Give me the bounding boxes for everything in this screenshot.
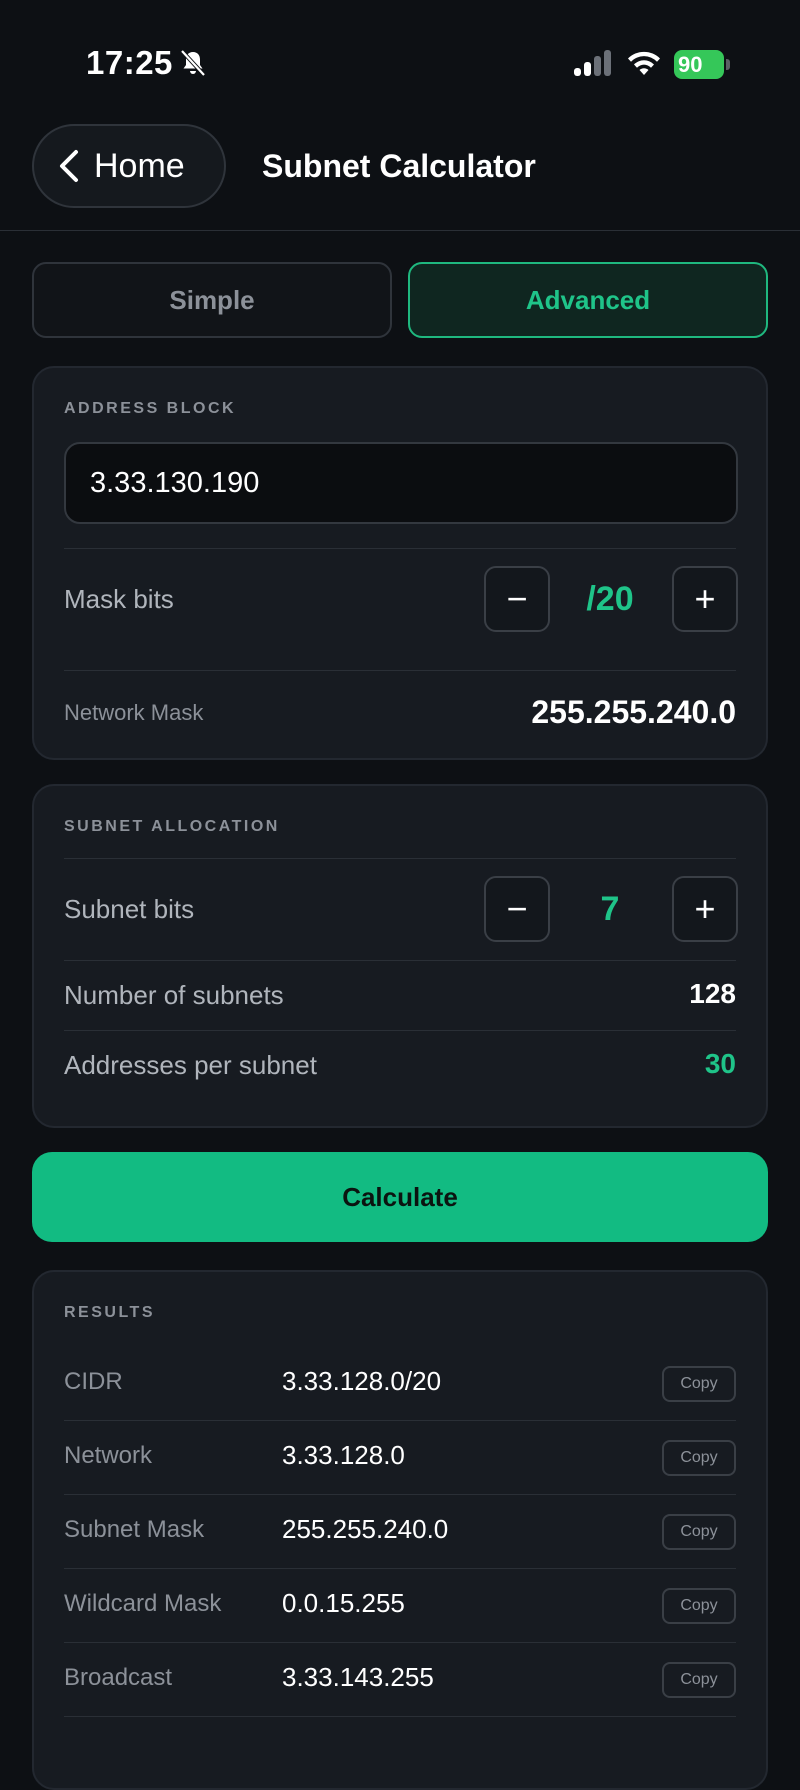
mask-bits-value: /20: [586, 580, 634, 618]
subnet-allocation-card: SUBNET ALLOCATION Subnet bits − 7 + Numb…: [32, 784, 768, 1128]
result-key: Wildcard Mask: [64, 1590, 222, 1617]
num-subnets-value: 128: [689, 978, 736, 1009]
result-row-subnet-mask: Subnet Mask 255.255.240.0 Copy: [64, 1496, 736, 1569]
copy-button[interactable]: Copy: [662, 1662, 736, 1698]
network-mask-label: Network Mask: [64, 700, 204, 725]
copy-button[interactable]: Copy: [662, 1440, 736, 1476]
num-subnets-label: Number of subnets: [64, 980, 284, 1010]
result-key: CIDR: [64, 1368, 123, 1395]
results-label: RESULTS: [64, 1304, 155, 1321]
subnet-bits-label: Subnet bits: [64, 894, 195, 924]
copy-button[interactable]: Copy: [662, 1366, 736, 1402]
results-card: RESULTS CIDR 3.33.128.0/20 Copy Network …: [32, 1270, 768, 1790]
bell-muted-icon: [180, 49, 206, 77]
subnet-bits-value: 7: [600, 890, 620, 928]
calculate-button[interactable]: Calculate: [32, 1152, 768, 1242]
battery-level: 90: [674, 50, 724, 79]
copy-button[interactable]: Copy: [662, 1588, 736, 1624]
mask-bits-label: Mask bits: [64, 584, 174, 614]
subnet-bits-decrement-button[interactable]: −: [484, 876, 550, 942]
result-value: 3.33.128.0/20: [282, 1366, 442, 1396]
subnet-bits-increment-button[interactable]: +: [672, 876, 738, 942]
cellular-signal-icon: [574, 50, 611, 76]
home-back-button[interactable]: Home: [32, 124, 226, 208]
chevron-left-icon: [60, 150, 78, 182]
result-row-wildcard-mask: Wildcard Mask 0.0.15.255 Copy: [64, 1570, 736, 1643]
copy-button[interactable]: Copy: [662, 1514, 736, 1550]
address-block-label: ADDRESS BLOCK: [64, 400, 237, 417]
result-value: 3.33.128.0: [282, 1440, 405, 1470]
addresses-per-subnet-label: Addresses per subnet: [64, 1050, 317, 1080]
result-value: 0.0.15.255: [282, 1588, 405, 1618]
result-row-network: Network 3.33.128.0 Copy: [64, 1422, 736, 1495]
wifi-icon: [628, 51, 660, 75]
mask-bits-decrement-button[interactable]: −: [484, 566, 550, 632]
status-bar: 17:25 90: [0, 0, 800, 120]
address-input[interactable]: 3.33.130.190: [64, 442, 738, 524]
status-time: 17:25: [86, 44, 173, 81]
mask-bits-increment-button[interactable]: +: [672, 566, 738, 632]
addresses-per-subnet-value: 30: [704, 1048, 736, 1079]
result-value: 255.255.240.0: [282, 1514, 449, 1544]
address-block-card: ADDRESS BLOCK 3.33.130.190 Mask bits − /…: [32, 366, 768, 760]
tab-advanced[interactable]: Advanced: [408, 262, 768, 338]
result-key: Broadcast: [64, 1664, 173, 1691]
nav-header: Home Subnet Calculator: [0, 120, 800, 231]
page-title: Subnet Calculator: [262, 148, 536, 184]
result-value: 3.33.143.255: [282, 1662, 434, 1692]
subnet-allocation-label: SUBNET ALLOCATION: [64, 818, 280, 835]
tab-simple[interactable]: Simple: [32, 262, 392, 338]
battery-icon: 90: [674, 50, 732, 79]
result-key: Subnet Mask: [64, 1516, 205, 1543]
result-key: Network: [64, 1442, 153, 1469]
back-label: Home: [94, 146, 185, 185]
result-row-cidr: CIDR 3.33.128.0/20 Copy: [64, 1348, 736, 1421]
result-row-broadcast: Broadcast 3.33.143.255 Copy: [64, 1644, 736, 1717]
network-mask-value: 255.255.240.0: [531, 694, 736, 730]
